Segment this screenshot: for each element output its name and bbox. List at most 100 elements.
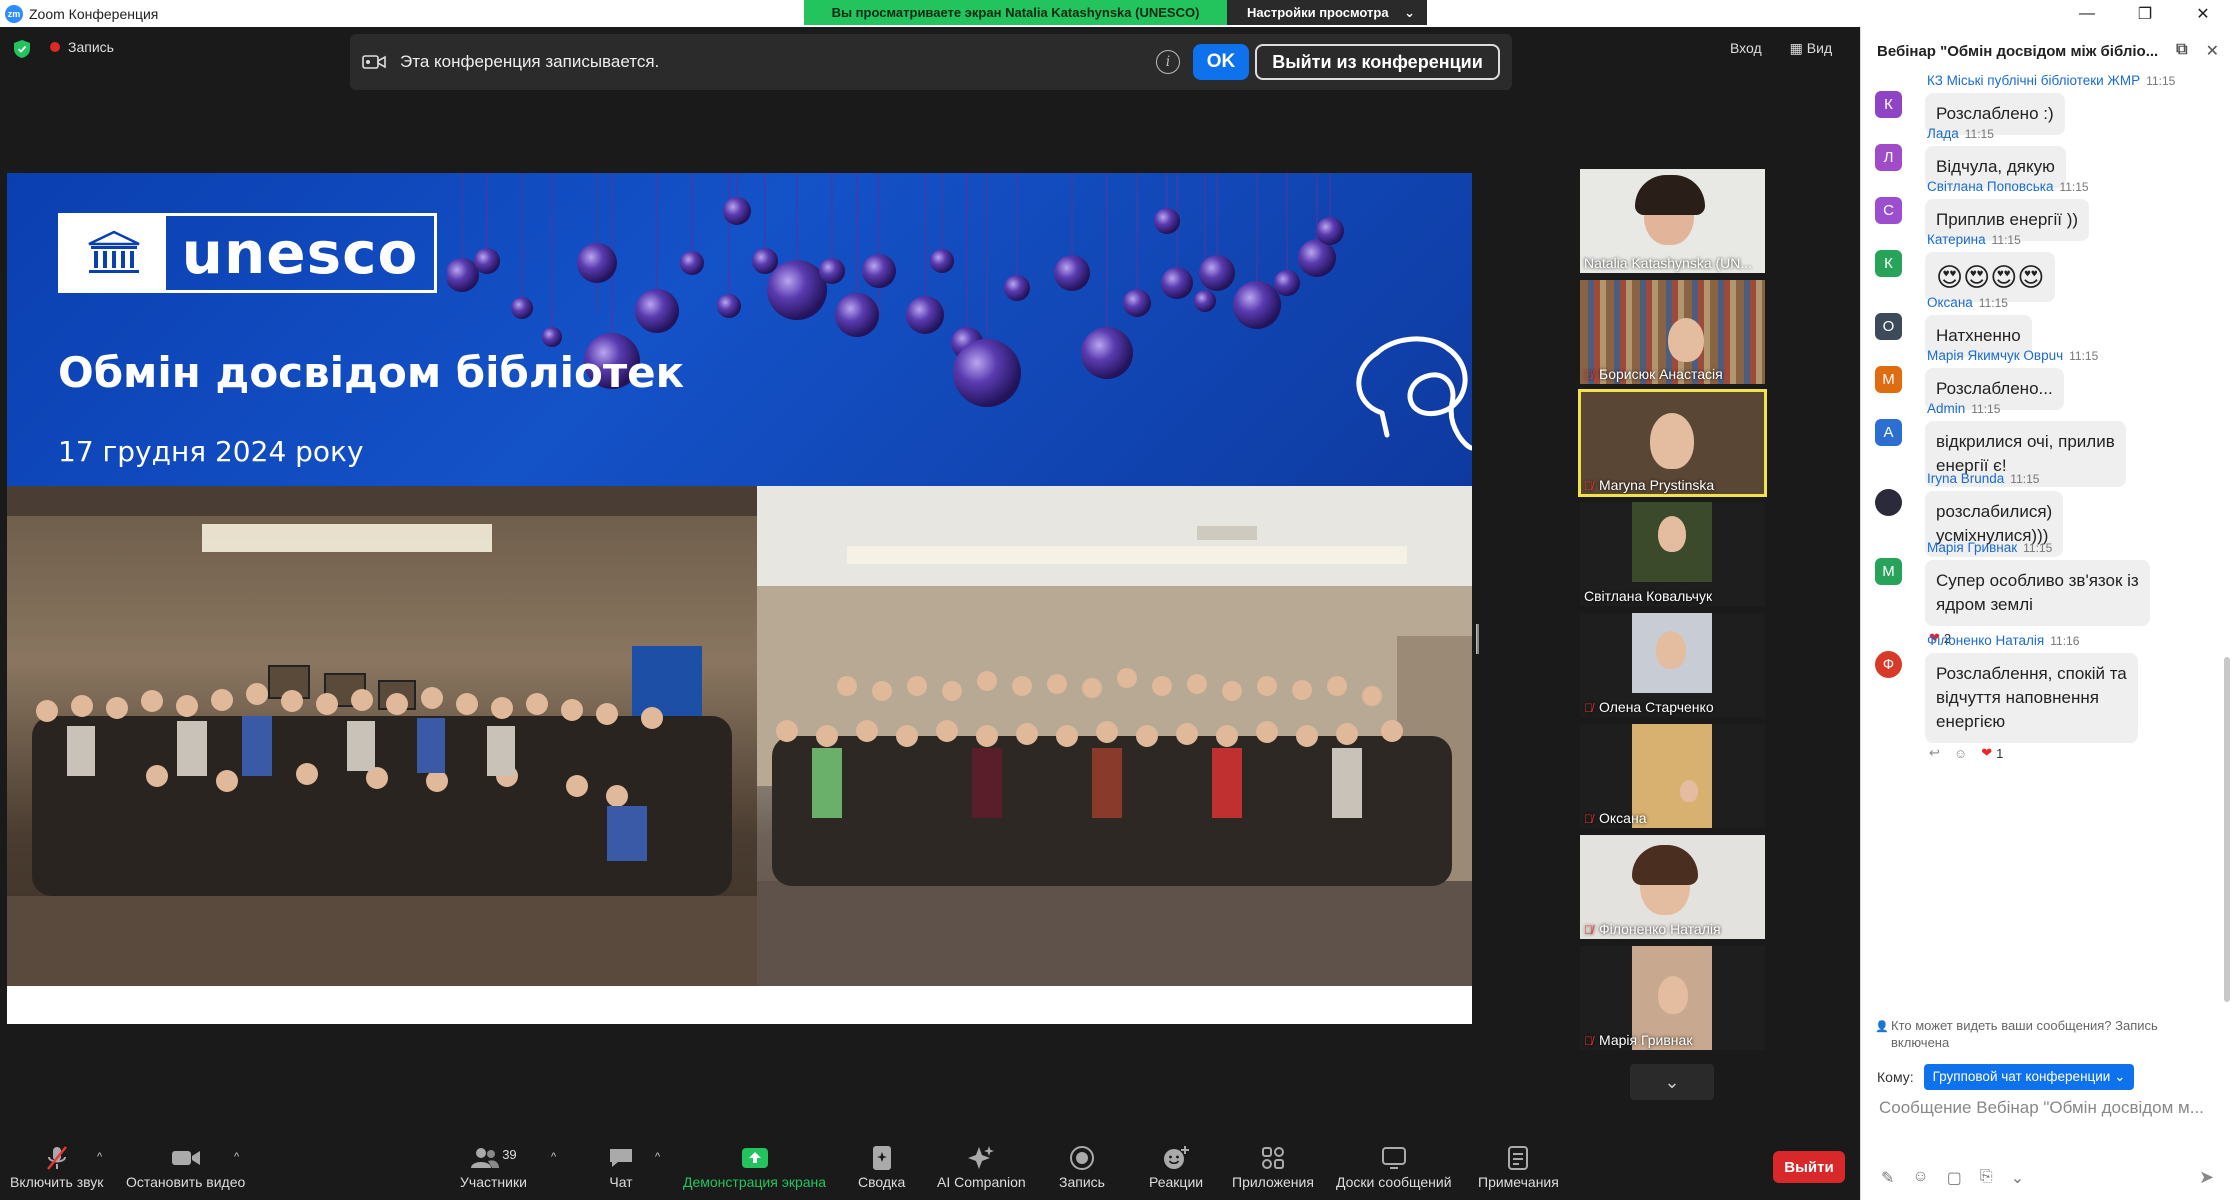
- chat-visibility-notice[interactable]: 👤 Кто может видеть ваши сообщения? Запис…: [1875, 1017, 2211, 1051]
- participant-tile[interactable]: 🎙̸ Оксана: [1580, 724, 1765, 828]
- avatar: С: [1875, 197, 1902, 224]
- message-time: 11:15: [1964, 127, 1994, 141]
- apps-button[interactable]: Приложения: [1232, 1145, 1314, 1190]
- send-icon[interactable]: ➤: [2199, 1167, 2214, 1188]
- participant-name: 🎙̸ Maryna Prystinska: [1584, 477, 1715, 493]
- gallery-scroll-down-button[interactable]: ⌄: [1630, 1064, 1714, 1100]
- participant-tile[interactable]: 🎙̸ Марія Гривнак: [1580, 946, 1765, 1050]
- recipient-dropdown[interactable]: Групповой чат конференции ⌄: [1923, 1064, 2135, 1090]
- participant-name: 🎙̸ Оксана: [1584, 810, 1647, 826]
- enter-button[interactable]: Вход: [1730, 40, 1762, 57]
- encryption-shield-icon[interactable]: [14, 40, 30, 58]
- chat-message-list[interactable]: К КЗ Міські публічні бібліотеки ЖМР 11:15…: [1861, 73, 2227, 1029]
- ai-companion-button[interactable]: AI Companion: [937, 1145, 1026, 1190]
- message-sender: Iryna Brunda 11:15: [1927, 471, 2040, 486]
- chat-message-input[interactable]: Сообщение Вебінар "Обмін досвідом м...: [1879, 1098, 2224, 1118]
- chat-options-chevron-icon[interactable]: ^: [655, 1151, 660, 1163]
- message-time: 11:15: [1971, 402, 2001, 416]
- to-label: Кому:: [1877, 1069, 1914, 1085]
- leave-conference-button[interactable]: Выйти из конференции: [1255, 44, 1500, 80]
- participant-tile[interactable]: 🎙̸ Борисюк Анастасія: [1580, 280, 1765, 384]
- avatar: К: [1875, 91, 1902, 118]
- participant-tile[interactable]: Natalia Katashynska (UN...: [1580, 169, 1765, 273]
- participant-name: 🎙̸ Марія Гривнак: [1584, 1032, 1693, 1048]
- message-time: 11:15: [2010, 472, 2040, 486]
- window-titlebar: zm Zoom Конференция Вы просматриваете эк…: [0, 0, 2232, 27]
- panel-splitter-handle[interactable]: [1476, 624, 1479, 654]
- smiley-plus-icon: [1162, 1145, 1190, 1171]
- chat-scrollbar[interactable]: [2224, 657, 2230, 1002]
- video-camera-icon: [171, 1145, 201, 1171]
- file-icon[interactable]: ▢: [1947, 1168, 1962, 1188]
- recording-indicator[interactable]: Запись: [50, 39, 114, 55]
- sparkle-icon: [967, 1145, 995, 1171]
- muted-mic-icon: 🎙̸: [1584, 478, 1593, 493]
- participant-name: 🎙̸ Олена Старченко: [1584, 699, 1714, 715]
- muted-mic-icon: 🎙̸: [1584, 1033, 1593, 1048]
- participant-face: [1658, 976, 1688, 1014]
- participant-name: Natalia Katashynska (UN...: [1584, 255, 1753, 271]
- chat-button[interactable]: Чат: [608, 1145, 634, 1190]
- participants-options-chevron-icon[interactable]: ^: [551, 1151, 556, 1163]
- chevron-down-icon: ⌄: [1404, 4, 1415, 20]
- message-time: 11:15: [2069, 349, 2099, 363]
- muted-mic-icon: 🎙̸: [1584, 367, 1593, 382]
- more-chevron-icon[interactable]: ⌄: [2011, 1168, 2024, 1188]
- message-sender: Філоненко Наталія 11:16: [1927, 633, 2080, 648]
- view-button[interactable]: ▦ Вид: [1790, 40, 1832, 57]
- notes-button[interactable]: Примечания: [1478, 1145, 1559, 1190]
- message-time: 11:15: [1978, 296, 2008, 310]
- share-screen-button[interactable]: Демонстрация экрана: [683, 1145, 826, 1190]
- view-settings-dropdown[interactable]: Настройки просмотра ⌄: [1227, 0, 1427, 25]
- message-sender: Марія Якимчук Оврuч 11:15: [1927, 348, 2099, 363]
- screenshot-icon[interactable]: ⎘: [1980, 1168, 1993, 1188]
- restore-icon[interactable]: ❐: [2116, 0, 2174, 27]
- message-sender: Катерина 11:15: [1927, 232, 2021, 247]
- video-options-chevron-icon[interactable]: ^: [234, 1151, 239, 1163]
- slide-header: unesco Обмін досвідом бібліотек 17 грудн…: [7, 173, 1472, 486]
- ok-button[interactable]: OK: [1193, 44, 1249, 80]
- stop-video-button[interactable]: Остановить видео: [126, 1145, 245, 1190]
- participants-count: 39: [502, 1146, 517, 1162]
- apps-label: Приложения: [1232, 1174, 1314, 1190]
- unmute-button[interactable]: Включить звук: [10, 1145, 103, 1190]
- participant-gallery: Natalia Katashynska (UN... 🎙̸ Борисюк Ана…: [1578, 169, 1767, 1057]
- leave-meeting-button[interactable]: Выйти: [1773, 1151, 1845, 1183]
- participant-face: [1658, 516, 1686, 552]
- audio-options-chevron-icon[interactable]: ^: [97, 1151, 102, 1163]
- record-button[interactable]: Запись: [1059, 1145, 1105, 1190]
- avatar: A: [1875, 419, 1902, 446]
- reactions-label: Реакции: [1149, 1174, 1204, 1190]
- close-icon[interactable]: ✕: [2174, 0, 2232, 27]
- top-right-controls: Вход ▦ Вид: [1730, 40, 1832, 57]
- window-title: Zoom Конференция: [29, 5, 159, 22]
- participant-face: [1680, 780, 1698, 802]
- record-label: Запись: [1059, 1174, 1105, 1190]
- participant-tile[interactable]: Світлана Ковальчук: [1580, 502, 1765, 606]
- participant-tile-active-speaker[interactable]: 🎙̸ Maryna Prystinska: [1578, 389, 1767, 497]
- slide-date: 17 грудня 2024 року: [58, 435, 364, 468]
- recording-dot-icon: [50, 42, 60, 52]
- message-reaction[interactable]: ❤ 1: [1981, 745, 2003, 761]
- chat-panel: Вебінар "Обмін досвідом між бібліо... ⧉ …: [1860, 27, 2232, 1200]
- emoji-icon[interactable]: ☺: [1912, 1168, 1928, 1188]
- muted-mic-icon: [45, 1145, 69, 1171]
- pop-out-icon[interactable]: ⧉: [2176, 41, 2187, 61]
- minimize-icon[interactable]: —: [2058, 0, 2116, 27]
- recording-camera-icon: [362, 55, 386, 69]
- reply-icon[interactable]: ↩: [1929, 745, 1940, 761]
- whiteboards-button[interactable]: Доски сообщений: [1336, 1145, 1452, 1190]
- add-reaction-icon[interactable]: ☺: [1954, 746, 1967, 761]
- meeting-stage: Запись Эта конференция записывается. i O…: [0, 27, 1860, 1137]
- format-icon[interactable]: ✎: [1881, 1168, 1894, 1188]
- chat-header: Вебінар "Обмін досвідом між бібліо... ⧉ …: [1861, 27, 2232, 75]
- info-icon[interactable]: i: [1156, 50, 1180, 74]
- avatar: К: [1875, 250, 1902, 277]
- chat-label: Чат: [609, 1174, 633, 1190]
- reactions-button[interactable]: Реакции: [1149, 1145, 1203, 1190]
- participants-button[interactable]: 39 Участники: [460, 1145, 527, 1191]
- summary-button[interactable]: Сводка: [858, 1145, 905, 1190]
- close-icon[interactable]: ✕: [2206, 41, 2219, 61]
- participant-tile[interactable]: 🎙̸ Олена Старченко: [1580, 613, 1765, 717]
- participant-tile[interactable]: 🎙̸ Філоненко Наталія: [1580, 835, 1765, 939]
